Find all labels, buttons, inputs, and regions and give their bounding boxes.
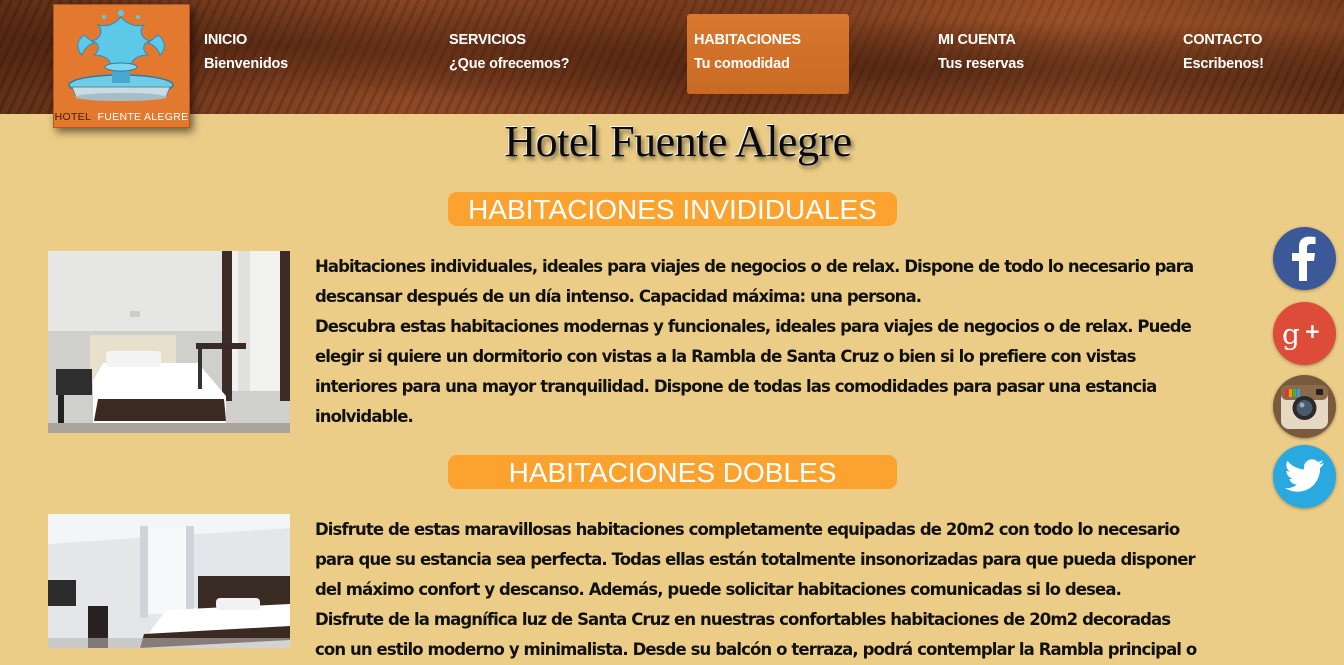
- nav-item-title: SERVICIOS: [449, 32, 526, 48]
- facebook-button[interactable]: [1273, 227, 1336, 290]
- nav-item-subtitle: Bienvenidos: [204, 56, 289, 72]
- svg-text:g: g: [1282, 318, 1300, 351]
- nav-item-inicio[interactable]: INICIO Bienvenidos: [197, 14, 359, 94]
- nav-item-contacto[interactable]: CONTACTO Escribenos!: [1176, 14, 1338, 94]
- section-text-dobles: Disfrute de estas maravillosas habitacio…: [315, 515, 1205, 665]
- instagram-button[interactable]: [1273, 375, 1336, 438]
- section-heading-individuales: HABITACIONES INVIDIDUALES: [448, 192, 897, 226]
- nav-item-subtitle: Tus reservas: [938, 56, 1025, 72]
- nav-item-title: CONTACTO: [1183, 32, 1263, 48]
- instagram-icon: [1273, 375, 1336, 438]
- nav-item-habitaciones[interactable]: HABITACIONES Tu comodidad: [687, 14, 849, 94]
- section-paragraph: Disfrute de estas maravillosas habitacio…: [315, 520, 1196, 599]
- google-plus-button[interactable]: g +: [1273, 302, 1336, 365]
- nav-item-mi-cuenta[interactable]: MI CUENTA Tus reservas: [931, 14, 1093, 94]
- nav-item-title: INICIO: [204, 32, 248, 48]
- section-paragraph: Descubra estas habitaciones modernas y f…: [315, 317, 1192, 426]
- logo-text: HOTEL FUENTE ALEGRE: [54, 111, 189, 123]
- nav-item-servicios[interactable]: SERVICIOS ¿Que ofrecemos?: [442, 14, 604, 94]
- google-plus-icon: g +: [1282, 318, 1321, 351]
- nav-item-subtitle: ¿Que ofrecemos?: [449, 56, 570, 72]
- section-paragraph: Habitaciones individuales, ideales para …: [315, 257, 1194, 306]
- room-photo-individual: [48, 251, 290, 433]
- site-header: INICIO Bienvenidos SERVICIOS ¿Que ofrece…: [0, 0, 1344, 114]
- room-photo-doble: [48, 514, 290, 648]
- twitter-button[interactable]: [1273, 445, 1336, 508]
- nav-item-title: HABITACIONES: [694, 32, 801, 48]
- section-heading-dobles: HABITACIONES DOBLES: [448, 455, 897, 489]
- page-title: Hotel Fuente Alegre: [504, 117, 852, 166]
- section-paragraph: Disfrute de la magnífica luz de Santa Cr…: [315, 610, 1197, 659]
- nav-item-subtitle: Escribenos!: [1183, 56, 1264, 72]
- section-text-individuales: Habitaciones individuales, ideales para …: [315, 252, 1205, 432]
- twitter-icon: [1284, 459, 1324, 492]
- hotel-logo[interactable]: HOTEL FUENTE ALEGRE: [53, 4, 190, 128]
- facebook-icon: [1292, 236, 1316, 281]
- nav-item-subtitle: Tu comodidad: [694, 56, 790, 72]
- svg-text:+: +: [1304, 319, 1321, 343]
- nav-item-title: MI CUENTA: [938, 32, 1016, 48]
- fountain-icon: [68, 10, 174, 101]
